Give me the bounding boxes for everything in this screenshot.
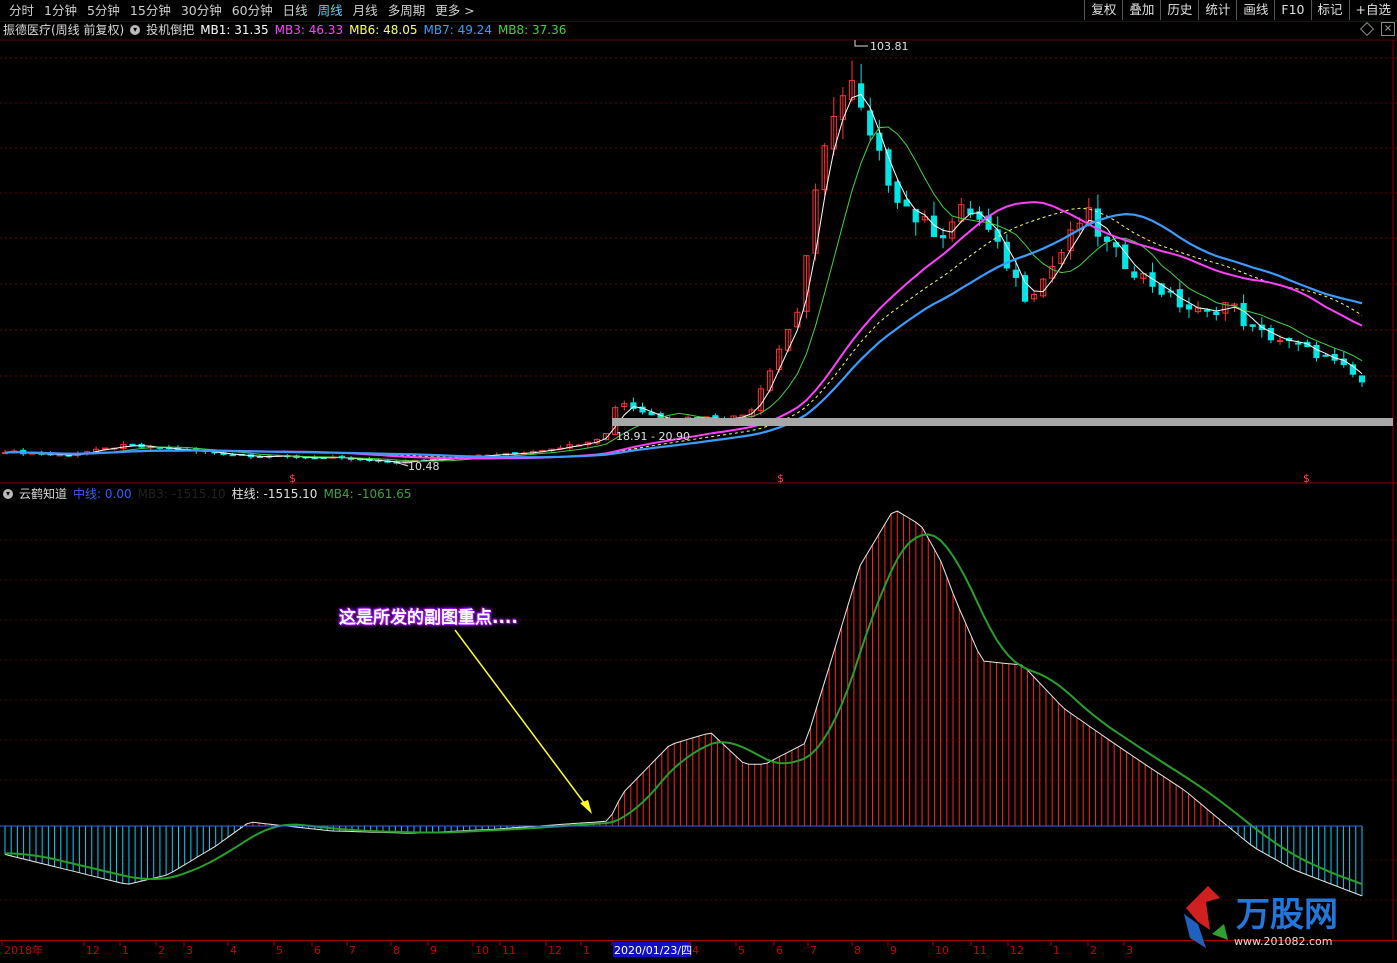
x-tick-label: 7: [349, 944, 356, 957]
sub-indicator-name[interactable]: 云鹤知道: [19, 486, 67, 502]
candle-body: [939, 235, 947, 239]
x-tick-label: 10: [935, 944, 949, 957]
candle-body: [1131, 271, 1138, 278]
x-tick-label: 2: [1090, 944, 1097, 957]
sub-legend: 中线: 0.00 MB3: -1515.10 柱线: -1515.10 MB4: -1…: [73, 486, 411, 502]
low-label: 10.48: [408, 460, 440, 473]
x-tick-label: 2: [158, 944, 165, 957]
x-tick-label: 3: [186, 944, 193, 957]
x-tick-label: 1: [1053, 944, 1060, 957]
candle-body: [129, 443, 136, 446]
candle-body: [1267, 328, 1275, 341]
candle-body: [894, 181, 901, 203]
dollar-marker-1: $: [777, 472, 784, 485]
x-tick-label: 9: [430, 944, 437, 957]
dollar-marker-0: $: [289, 472, 296, 485]
x-tick-label: 2020/01/23/四: [614, 944, 692, 957]
x-tick-label: 8: [393, 944, 400, 957]
ma-line-mb1: [4, 93, 1363, 463]
candle-body: [1313, 344, 1320, 359]
dollar-marker-2: $: [1303, 472, 1310, 485]
candle-body: [1122, 244, 1129, 270]
x-tick-label: 5: [276, 944, 283, 957]
candle-body: [885, 149, 892, 186]
candle-body: [1012, 269, 1020, 278]
legend-item-2: 柱线: -1515.10: [231, 487, 318, 501]
x-tick-label: 6: [314, 944, 321, 957]
candle-body: [867, 110, 874, 136]
range-band: [612, 418, 1393, 426]
x-tick-label: 11: [502, 944, 516, 957]
peak-pointer: [854, 40, 868, 47]
candle-body: [102, 447, 109, 450]
x-tick-label: 2018年: [4, 943, 43, 957]
x-tick-label: 7: [810, 944, 817, 957]
range-label: 18.91 - 20.90: [616, 430, 690, 443]
price-chart: 18.91 - 20.90 103.81 10.48 $ $ $: [0, 39, 1397, 940]
candle-body: [1213, 311, 1220, 316]
watermark-logo: 万股网 www.201082.com: [1176, 878, 1346, 950]
candle-body: [1295, 342, 1302, 345]
x-tick-label: 6: [776, 944, 783, 957]
x-tick-label: 1: [583, 944, 590, 957]
candle-body: [229, 454, 236, 457]
candle-body: [1204, 309, 1211, 312]
legend-item-3: MB4: -1061.65: [323, 487, 412, 501]
dropdown-icon[interactable]: ▾: [3, 489, 13, 499]
candle-body: [1276, 340, 1284, 343]
arrow-head-icon: [580, 800, 592, 814]
x-tick-label: 1: [122, 944, 129, 957]
x-tick-label: 12: [548, 944, 562, 957]
ma-line-mb8: [4, 126, 1363, 462]
x-tick-label: 4: [230, 944, 237, 957]
x-tick-label: 9: [890, 944, 897, 957]
candle-body: [1185, 304, 1193, 310]
x-tick-label: 10: [475, 944, 489, 957]
x-tick-label: 12: [1010, 944, 1024, 957]
x-tick-label: 11: [973, 944, 987, 957]
candle-body: [1240, 303, 1247, 327]
peak-label: 103.81: [870, 40, 909, 53]
sub-info-bar: ▾ 云鹤知道 中线: 0.00 MB3: -1515.10 柱线: -1515.10…: [3, 486, 411, 502]
candle-body: [1322, 354, 1329, 357]
legend-item-0: 中线: 0.00: [73, 487, 132, 501]
candle-body: [1249, 324, 1256, 327]
x-tick-label: 4: [692, 944, 699, 957]
x-tick-label: 8: [854, 944, 861, 957]
annotation-arrow: [454, 629, 589, 809]
logo-text: 万股网: [1236, 895, 1338, 935]
candle-body: [1358, 375, 1366, 383]
logo-url: www.201082.com: [1234, 935, 1332, 948]
legend-item-1: MB3: -1515.10: [137, 487, 226, 501]
x-tick-label: 5: [738, 944, 745, 957]
x-tick-label: 12: [86, 944, 100, 957]
histogram-outline: [4, 510, 1363, 897]
annotation-text: 这是所发的副图重点....: [339, 608, 518, 628]
signal-line-mb4: [4, 533, 1363, 886]
x-tick-label: 3: [1126, 944, 1133, 957]
